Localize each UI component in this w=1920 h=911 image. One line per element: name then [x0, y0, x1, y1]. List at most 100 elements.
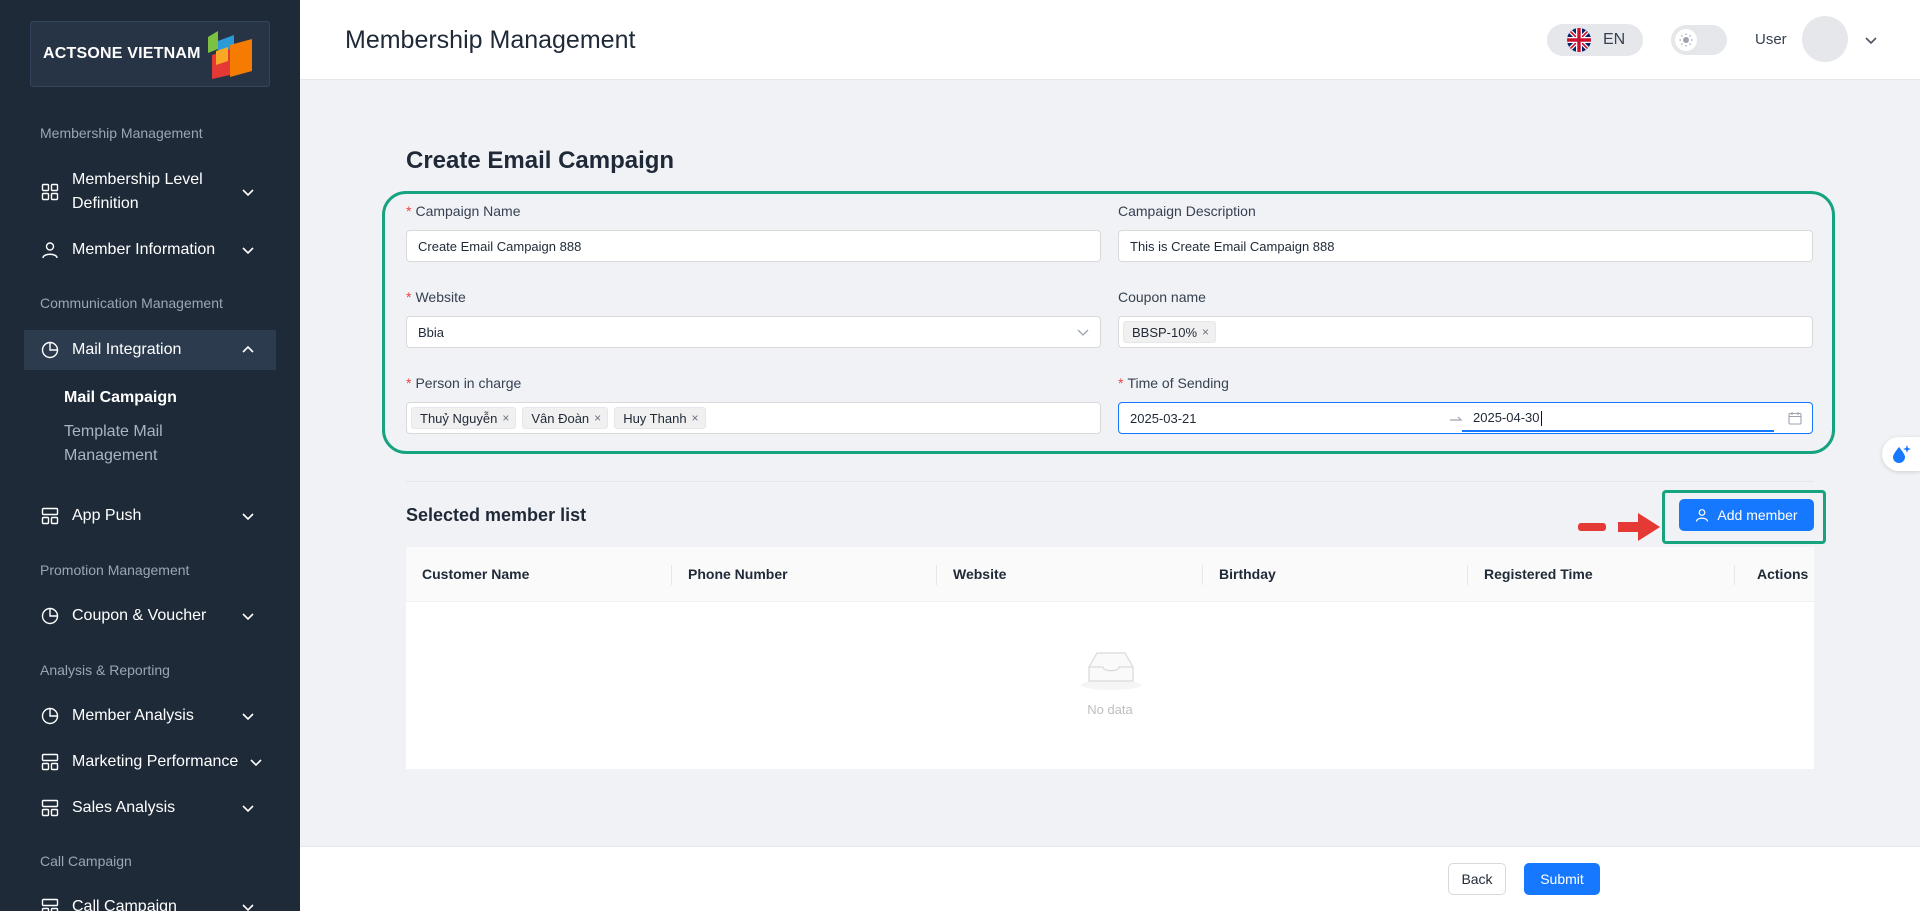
- page-title: Membership Management: [345, 26, 636, 54]
- chevron-up-icon: [242, 345, 254, 353]
- user-add-icon: [1696, 509, 1709, 522]
- column-header-phone-number: Phone Number: [688, 566, 788, 582]
- sidebar-subitem-template-mail[interactable]: Template Mail Management: [64, 420, 194, 468]
- chevron-down-icon: [242, 189, 254, 197]
- person-in-charge-select[interactable]: Thuỷ Nguyễn × Vân Đoàn × Huy Thanh ×: [406, 402, 1101, 434]
- end-date-input[interactable]: 2025-04-30: [1473, 410, 1542, 427]
- pie-chart-icon: [40, 706, 60, 726]
- chevron-down-icon: [242, 904, 254, 911]
- column-header-customer-name: Customer Name: [422, 566, 530, 582]
- floating-assistant-button[interactable]: [1882, 437, 1920, 471]
- language-switcher[interactable]: EN: [1547, 24, 1643, 56]
- campaign-name-input[interactable]: Create Email Campaign 888: [406, 230, 1101, 262]
- layout-icon: [40, 752, 60, 772]
- sidebar-item-marketing-performance[interactable]: Marketing Performance: [24, 746, 276, 778]
- chevron-down-icon: [242, 713, 254, 721]
- sidebar-item-member-analysis[interactable]: Member Analysis: [24, 700, 276, 732]
- column-header-website: Website: [953, 566, 1007, 582]
- form-title: Create Email Campaign: [406, 147, 675, 174]
- empty-state-text: No data: [1087, 702, 1133, 717]
- user-label: User: [1755, 31, 1787, 48]
- sidebar: ACTSONE VIETNAM Membership Management Me…: [0, 0, 300, 911]
- start-date-input[interactable]: 2025-03-21: [1130, 411, 1197, 426]
- time-of-sending-range[interactable]: 2025-03-21 2025-04-30: [1118, 402, 1813, 434]
- required-mark: *: [406, 203, 412, 219]
- logo-icon: [208, 31, 252, 79]
- sparkle-drop-icon: [1893, 445, 1911, 463]
- time-of-sending-label: * Time of Sending: [1118, 375, 1229, 391]
- back-button[interactable]: Back: [1448, 863, 1506, 895]
- text-caret: [1540, 411, 1542, 427]
- required-mark: *: [1118, 375, 1124, 391]
- sidebar-item-label: Sales Analysis: [72, 799, 176, 816]
- submit-button[interactable]: Submit: [1524, 863, 1600, 895]
- active-range-indicator: [1462, 430, 1774, 432]
- user-icon: [40, 240, 60, 260]
- sidebar-item-sales-analysis[interactable]: Sales Analysis: [24, 792, 276, 824]
- sidebar-subitem-mail-campaign[interactable]: Mail Campaign: [64, 386, 177, 410]
- chevron-down-icon: [242, 613, 254, 621]
- layout-icon: [40, 897, 60, 911]
- website-label: * Website: [406, 289, 466, 305]
- add-member-button[interactable]: Add member: [1679, 499, 1814, 531]
- brand-name: ACTSONE VIETNAM: [43, 45, 201, 62]
- campaign-name-label: * Campaign Name: [406, 203, 521, 219]
- close-icon[interactable]: ×: [594, 411, 601, 425]
- annotation-arrow-icon: [1578, 513, 1660, 541]
- swap-right-icon: [1450, 416, 1463, 421]
- section-label-call-campaign: Call Campaign: [40, 853, 132, 869]
- sidebar-item-coupon-voucher[interactable]: Coupon & Voucher: [24, 600, 276, 632]
- sidebar-item-label: Member Information: [72, 241, 216, 258]
- column-header-actions: Actions: [1757, 566, 1809, 582]
- person-tag: Vân Đoàn ×: [522, 407, 609, 429]
- person-tag: Thuỷ Nguyễn ×: [411, 407, 517, 429]
- campaign-description-input[interactable]: This is Create Email Campaign 888: [1118, 230, 1813, 262]
- section-label-promotion: Promotion Management: [40, 562, 190, 578]
- empty-inbox-icon: [1081, 652, 1141, 690]
- sidebar-item-label: App Push: [72, 507, 142, 524]
- grid-icon: [40, 182, 60, 202]
- website-select[interactable]: Bbia: [406, 316, 1101, 348]
- chevron-down-icon: [1077, 329, 1089, 336]
- sidebar-item-label: Mail Integration: [72, 341, 182, 358]
- sidebar-item-app-push[interactable]: App Push: [24, 500, 276, 532]
- avatar[interactable]: [1802, 16, 1848, 62]
- sidebar-item-label: Call Campaign: [72, 898, 177, 911]
- theme-toggle[interactable]: [1671, 25, 1727, 55]
- calendar-icon: [1788, 412, 1802, 425]
- table-header: Customer Name Phone Number Website Birth…: [406, 547, 1814, 602]
- sidebar-item-label: Member Analysis: [72, 707, 194, 724]
- coupon-name-select[interactable]: BBSP-10% ×: [1118, 316, 1813, 348]
- sidebar-item-call-campaign[interactable]: Call Campaign: [24, 891, 276, 911]
- sidebar-item-label: Coupon & Voucher: [72, 607, 207, 624]
- sidebar-item-mail-integration[interactable]: Mail Integration: [24, 330, 276, 370]
- close-icon[interactable]: ×: [692, 411, 699, 425]
- pie-chart-icon: [40, 340, 60, 360]
- chevron-down-icon: [242, 805, 254, 813]
- chevron-down-icon: [242, 247, 254, 255]
- person-in-charge-label: * Person in charge: [406, 375, 522, 391]
- chevron-down-icon[interactable]: [1863, 32, 1879, 48]
- campaign-description-label: Campaign Description: [1118, 203, 1256, 219]
- brand-logo[interactable]: ACTSONE VIETNAM: [30, 21, 270, 87]
- chevron-down-icon: [250, 759, 262, 767]
- close-icon[interactable]: ×: [1202, 325, 1209, 339]
- required-mark: *: [406, 375, 412, 391]
- section-label-communication: Communication Management: [40, 295, 223, 311]
- column-divider: [1734, 565, 1735, 585]
- pie-chart-icon: [40, 606, 60, 626]
- layout-icon: [40, 506, 60, 526]
- required-mark: *: [406, 289, 412, 305]
- uk-flag-icon: [1567, 28, 1591, 52]
- sun-icon: [1675, 29, 1697, 51]
- top-header: Membership Management EN User: [300, 0, 1920, 80]
- form-footer: Back Submit: [300, 846, 1920, 911]
- sidebar-item-member-information[interactable]: Member Information: [24, 234, 276, 266]
- close-icon[interactable]: ×: [502, 411, 509, 425]
- coupon-name-label: Coupon name: [1118, 289, 1206, 305]
- sidebar-item-label: Marketing Performance: [72, 753, 239, 770]
- sidebar-item-membership-level[interactable]: Membership Level Definition: [24, 166, 276, 218]
- section-label-analysis: Analysis & Reporting: [40, 662, 170, 678]
- section-divider: [406, 481, 1814, 482]
- member-table: Customer Name Phone Number Website Birth…: [406, 547, 1814, 769]
